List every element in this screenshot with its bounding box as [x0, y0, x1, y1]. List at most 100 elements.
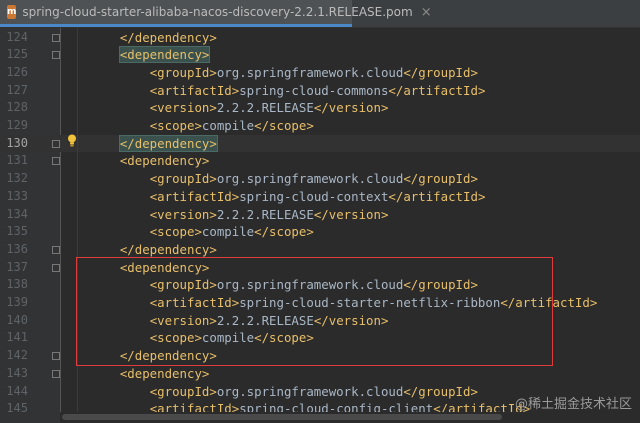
xml-text: 2.2.2.RELEASE [216, 206, 314, 222]
code-text: <dependency> [90, 365, 210, 383]
xml-text [90, 207, 150, 222]
fold-marker-icon[interactable] [52, 51, 60, 60]
line-number: 126 [6, 64, 28, 79]
xml-text [90, 224, 150, 239]
fold-marker-icon[interactable] [52, 157, 60, 166]
xml-text [90, 30, 120, 45]
code-text: <groupId>org.springframework.cloud</grou… [90, 170, 478, 188]
code-line[interactable]: 143 <dependency> [0, 365, 640, 383]
xml-tag: <groupId> [149, 383, 217, 399]
line-number: 142 [6, 348, 28, 363]
scrollbar-thumb[interactable] [62, 414, 502, 420]
close-icon[interactable]: × [421, 5, 432, 20]
line-number: 125 [6, 47, 28, 62]
lightbulb-icon[interactable] [67, 134, 77, 147]
code-line[interactable]: 124 </dependency> [0, 29, 640, 47]
xml-text [90, 118, 150, 133]
xml-tag: <dependency> [119, 365, 210, 381]
fold-marker-icon[interactable] [52, 263, 60, 272]
xml-tag: </dependency> [118, 134, 218, 152]
xml-text: org.springframework.cloud [216, 64, 404, 80]
fold-marker-icon[interactable] [52, 369, 60, 378]
xml-tag: <scope> [149, 224, 202, 240]
line-number: 128 [6, 100, 28, 115]
xml-tag: <artifactId> [149, 82, 240, 98]
code-text: </dependency> [90, 241, 217, 259]
code-text: <version>2.2.2.RELEASE</version> [90, 99, 389, 117]
code-text: <dependency> [90, 152, 210, 170]
xml-tag: <groupId> [149, 64, 217, 80]
code-text: </dependency> [90, 134, 218, 153]
xml-tag: </dependency> [119, 241, 217, 257]
xml-tag: </groupId> [403, 171, 478, 187]
code-line[interactable]: 132 <groupId>org.springframework.cloud</… [0, 170, 640, 188]
line-number: 131 [6, 153, 28, 168]
line-number: 129 [6, 118, 28, 132]
xml-tag: </version> [313, 206, 389, 222]
code-line[interactable]: 133 <artifactId>spring-cloud-context</ar… [0, 188, 640, 206]
code-line[interactable]: 126 <groupId>org.springframework.cloud</… [0, 64, 640, 82]
fold-marker-icon[interactable] [52, 33, 60, 42]
line-number: 139 [6, 295, 28, 309]
watermark: @稀土掘金技术社区 [514, 397, 632, 412]
code-line[interactable]: 134 <version>2.2.2.RELEASE</version> [0, 206, 640, 224]
xml-text [90, 83, 150, 98]
editor-tab-bar: m spring-cloud-starter-alibaba-nacos-dis… [0, 0, 640, 28]
line-number: 135 [6, 224, 28, 239]
code-line[interactable]: 130 </dependency> [0, 134, 640, 153]
line-number: 145 [6, 401, 28, 416]
xml-text [90, 136, 120, 151]
xml-text [90, 171, 150, 186]
line-number: 140 [6, 312, 28, 327]
code-line[interactable]: 125 <dependency> [0, 46, 640, 64]
xml-text: 2.2.2.RELEASE [216, 100, 314, 116]
xml-tag: </artifactId> [388, 188, 486, 204]
line-number: 136 [6, 241, 28, 256]
line-number: 134 [6, 206, 28, 221]
code-text: <scope>compile</scope> [90, 117, 314, 135]
xml-tag: </version> [313, 100, 389, 116]
xml-tag: <artifactId> [149, 188, 240, 204]
line-number: 133 [6, 188, 28, 203]
xml-text: org.springframework.cloud [216, 383, 404, 399]
xml-text [90, 65, 150, 80]
code-line[interactable]: 131 <dependency> [0, 152, 640, 170]
xml-text [90, 384, 150, 399]
xml-text [90, 242, 120, 257]
line-number: 138 [6, 277, 28, 292]
line-number: 124 [6, 29, 28, 44]
highlighted-dependency-block [76, 257, 553, 366]
code-line[interactable]: 127 <artifactId>spring-cloud-commons</ar… [0, 82, 640, 100]
xml-text [90, 366, 120, 381]
code-text: <groupId>org.springframework.cloud</grou… [90, 383, 478, 401]
code-text: <version>2.2.2.RELEASE</version> [90, 206, 389, 224]
code-text: <artifactId>spring-cloud-context</artifa… [90, 188, 486, 206]
fold-marker-icon[interactable] [52, 245, 60, 254]
code-line[interactable]: 135 <scope>compile</scope> [0, 223, 640, 241]
xml-tag: </dependency> [119, 29, 217, 45]
xml-text [90, 153, 120, 168]
xml-tag: <version> [149, 206, 217, 222]
fold-marker-icon[interactable] [52, 352, 60, 361]
line-number: 130 [6, 135, 28, 150]
horizontal-scrollbar[interactable] [60, 412, 640, 423]
xml-tag: </scope> [254, 118, 314, 133]
code-line[interactable]: 129 <scope>compile</scope> [0, 117, 640, 135]
tab-title: spring-cloud-starter-alibaba-nacos-disco… [22, 5, 413, 19]
xml-tag: </groupId> [403, 383, 478, 399]
code-text: <artifactId>spring-cloud-commons</artifa… [90, 82, 486, 100]
xml-text [90, 100, 150, 115]
xml-text: org.springframework.cloud [216, 171, 404, 187]
line-number: 127 [6, 82, 28, 97]
xml-tag: </scope> [254, 224, 314, 240]
xml-text [90, 47, 120, 62]
line-number: 141 [6, 330, 28, 345]
code-line[interactable]: 136 </dependency> [0, 241, 640, 259]
code-text: <dependency> [90, 46, 211, 64]
xml-text: compile [201, 224, 255, 240]
fold-marker-icon[interactable] [52, 139, 60, 148]
editor-tab-active[interactable]: m spring-cloud-starter-alibaba-nacos-dis… [0, 0, 432, 27]
maven-file-icon: m [7, 5, 17, 19]
code-text: <groupId>org.springframework.cloud</grou… [90, 64, 478, 82]
code-line[interactable]: 128 <version>2.2.2.RELEASE</version> [0, 99, 640, 117]
